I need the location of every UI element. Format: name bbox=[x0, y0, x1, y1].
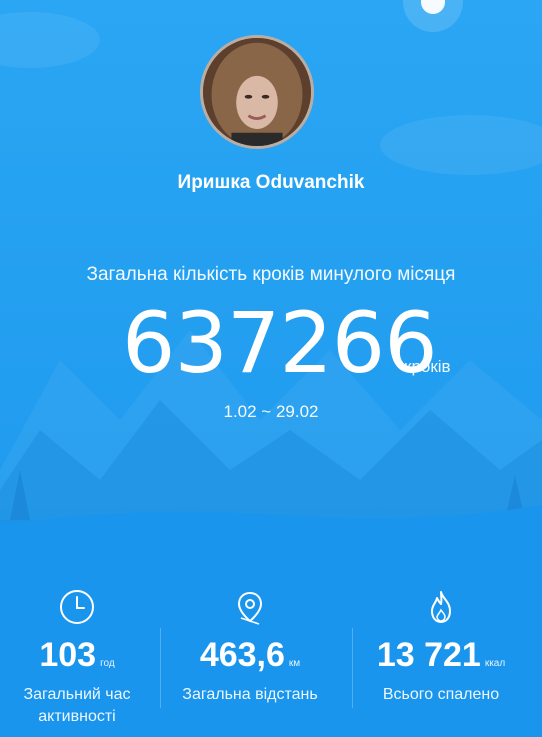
stat-label: Всього спалено bbox=[351, 684, 531, 706]
steps-title: Загальна кількість кроків минулого місяц… bbox=[86, 264, 456, 285]
stat-label-line2: активності bbox=[38, 708, 116, 725]
stat-label: Загальна відстань bbox=[160, 684, 340, 706]
profile-name: Иришка Oduvanchik bbox=[177, 172, 365, 193]
stat-unit: ккал bbox=[484, 658, 506, 669]
avatar-photo bbox=[203, 38, 311, 146]
stat-active-time[interactable]: 103 год Загальний час активності bbox=[0, 588, 167, 728]
stat-unit: км bbox=[288, 658, 301, 669]
stat-value: 463,6 bbox=[199, 636, 285, 674]
stat-label: Загальний час активності bbox=[0, 684, 167, 728]
avatar[interactable] bbox=[200, 35, 314, 149]
steps-unit: кроків bbox=[404, 357, 451, 376]
flame-icon bbox=[431, 591, 451, 623]
stat-unit: год bbox=[100, 658, 115, 669]
stat-value: 13 721 bbox=[376, 636, 481, 674]
stat-label-line1: Всього спалено bbox=[382, 686, 500, 703]
stat-distance[interactable]: 463,6 км Загальна відстань bbox=[160, 588, 340, 706]
stat-label-line1: Загальний час bbox=[23, 686, 131, 703]
date-range: 1.02 ~ 29.02 bbox=[223, 402, 319, 421]
stat-calories[interactable]: 13 721 ккал Всього спалено bbox=[351, 588, 531, 706]
steps-value: 637266 bbox=[122, 294, 438, 392]
steps-total: 637266 кроків bbox=[0, 298, 542, 388]
clock-icon bbox=[60, 590, 94, 624]
stat-label-line1: Загальна відстань bbox=[182, 686, 318, 703]
stat-value: 103 bbox=[39, 636, 97, 674]
location-pin-icon bbox=[237, 591, 263, 625]
